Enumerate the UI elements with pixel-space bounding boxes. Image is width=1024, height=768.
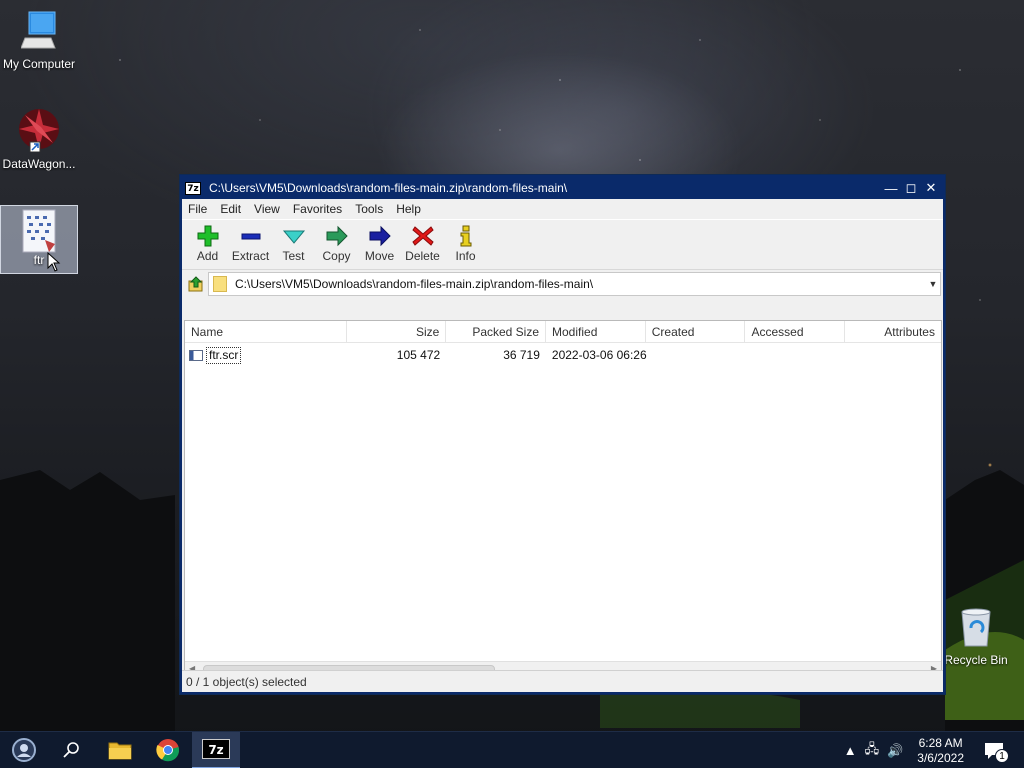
up-folder-button[interactable]: [184, 273, 208, 295]
datawagon-logo-icon: [19, 109, 59, 153]
column-size[interactable]: Size: [347, 321, 447, 343]
info-label: Info: [455, 249, 476, 263]
notifications-button[interactable]: 1: [982, 736, 1012, 766]
desktop-icon-recycle-bin[interactable]: Recycle Bin: [936, 606, 1016, 667]
clock[interactable]: 6:28 AM 3/6/2022: [917, 736, 964, 766]
title-bar[interactable]: 7z C:\Users\VM5\Downloads\random-files-m…: [182, 177, 943, 199]
system-tray: ▲ 🖧 🔊 6:28 AM 3/6/2022 1: [840, 732, 1024, 768]
menu-bar: File Edit View Favorites Tools Help: [182, 199, 943, 219]
address-row: C:\Users\VM5\Downloads\random-files-main…: [182, 269, 943, 297]
screensaver-file-icon: [189, 349, 203, 361]
status-bar: 0 / 1 object(s) selected: [182, 670, 943, 692]
notification-count-badge: 1: [995, 748, 1009, 763]
table-row[interactable]: ftr.scr 105 472 36 719 2022-03-06 06:26: [185, 345, 941, 365]
desktop-icon-label: My Computer: [2, 57, 76, 71]
mouse-cursor-icon: [47, 252, 61, 272]
file-list[interactable]: Name Size Packed Size Modified Created A…: [184, 320, 942, 678]
minus-icon: [241, 233, 260, 240]
network-icon[interactable]: 🖧: [865, 740, 880, 762]
delete-button[interactable]: Delete: [401, 220, 444, 269]
file-created: [646, 345, 746, 365]
desktop-icon-label: ftr: [33, 253, 45, 267]
column-packed-size[interactable]: Packed Size: [446, 321, 547, 343]
clock-time: 6:28 AM: [918, 735, 963, 750]
file-accessed: [746, 345, 846, 365]
file-name: ftr.scr: [206, 346, 242, 364]
toolbar: Add Extract Test Copy Move Delete Info: [182, 219, 943, 269]
taskbar-file-explorer[interactable]: [96, 732, 144, 768]
file-packed-size: 36 719: [503, 348, 540, 362]
info-icon: [460, 225, 471, 247]
extract-button[interactable]: Extract: [229, 220, 272, 269]
info-button[interactable]: Info: [444, 220, 487, 269]
search-button[interactable]: [48, 732, 96, 768]
folder-icon: [108, 742, 132, 760]
copy-arrow-icon: [326, 225, 348, 247]
archive-window: 7z C:\Users\VM5\Downloads\random-files-m…: [179, 174, 946, 695]
chevron-up-icon[interactable]: ▲: [844, 743, 857, 758]
computer-icon: [20, 11, 56, 49]
desktop-icon-ftr[interactable]: ftr: [0, 205, 78, 274]
7zip-app-icon: 7z: [185, 181, 201, 195]
search-icon: [63, 742, 79, 758]
close-button[interactable]: ✕: [921, 180, 941, 196]
column-created[interactable]: Created: [646, 321, 746, 343]
column-modified[interactable]: Modified: [546, 321, 646, 343]
menu-favorites[interactable]: Favorites: [293, 202, 342, 216]
copy-label: Copy: [322, 249, 351, 263]
check-icon: [282, 230, 305, 244]
desktop-icon-datawagon[interactable]: DataWagon...: [0, 106, 78, 171]
file-attributes: [845, 345, 941, 365]
recycle-bin-icon: [961, 608, 991, 647]
menu-file[interactable]: File: [188, 202, 207, 216]
up-folder-icon: [188, 275, 203, 291]
address-combobox[interactable]: C:\Users\VM5\Downloads\random-files-main…: [208, 271, 941, 296]
minimize-button[interactable]: —: [881, 181, 901, 196]
7zip-app-icon: 7z: [202, 739, 230, 759]
taskbar: 7z ▲ 🖧 🔊 6:28 AM 3/6/2022 1: [0, 731, 1024, 768]
plus-icon: [197, 225, 218, 247]
desktop-icon-label: Recycle Bin: [944, 653, 1008, 667]
column-attributes[interactable]: Attributes: [845, 321, 941, 343]
menu-help[interactable]: Help: [396, 202, 421, 216]
test-button[interactable]: Test: [272, 220, 315, 269]
move-label: Move: [364, 249, 395, 263]
file-modified: 2022-03-06 06:26: [551, 348, 647, 362]
column-accessed[interactable]: Accessed: [745, 321, 846, 343]
desktop-icon-my-computer[interactable]: My Computer: [0, 8, 78, 71]
chevron-down-icon[interactable]: ▼: [926, 279, 940, 289]
start-button[interactable]: [0, 732, 48, 768]
volume-icon[interactable]: 🔊: [887, 743, 903, 759]
folder-icon: [213, 275, 227, 292]
taskbar-chrome[interactable]: [144, 732, 192, 768]
maximize-button[interactable]: ◻: [901, 180, 921, 196]
clock-date: 3/6/2022: [917, 750, 964, 765]
menu-edit[interactable]: Edit: [220, 202, 241, 216]
test-label: Test: [282, 249, 305, 263]
file-size: 105 472: [396, 348, 441, 362]
copy-button[interactable]: Copy: [315, 220, 358, 269]
delete-label: Delete: [405, 249, 440, 263]
desktop-icon-label: DataWagon...: [2, 157, 76, 171]
move-arrow-icon: [369, 225, 391, 247]
move-button[interactable]: Move: [358, 220, 401, 269]
column-header: Name Size Packed Size Modified Created A…: [185, 321, 941, 343]
add-label: Add: [196, 249, 219, 263]
menu-tools[interactable]: Tools: [355, 202, 383, 216]
extract-label: Extract: [231, 249, 270, 263]
window-client-area: File Edit View Favorites Tools Help Add …: [182, 199, 943, 692]
chrome-icon: [156, 739, 180, 762]
address-path: C:\Users\VM5\Downloads\random-files-main…: [235, 276, 594, 291]
screensaver-file-icon: [22, 209, 56, 253]
column-name[interactable]: Name: [185, 321, 347, 343]
x-icon: [411, 226, 434, 246]
taskbar-7zip[interactable]: 7z: [192, 731, 240, 768]
add-button[interactable]: Add: [186, 220, 229, 269]
menu-view[interactable]: View: [254, 202, 280, 216]
start-icon: [12, 738, 36, 762]
window-title: C:\Users\VM5\Downloads\random-files-main…: [209, 181, 568, 195]
